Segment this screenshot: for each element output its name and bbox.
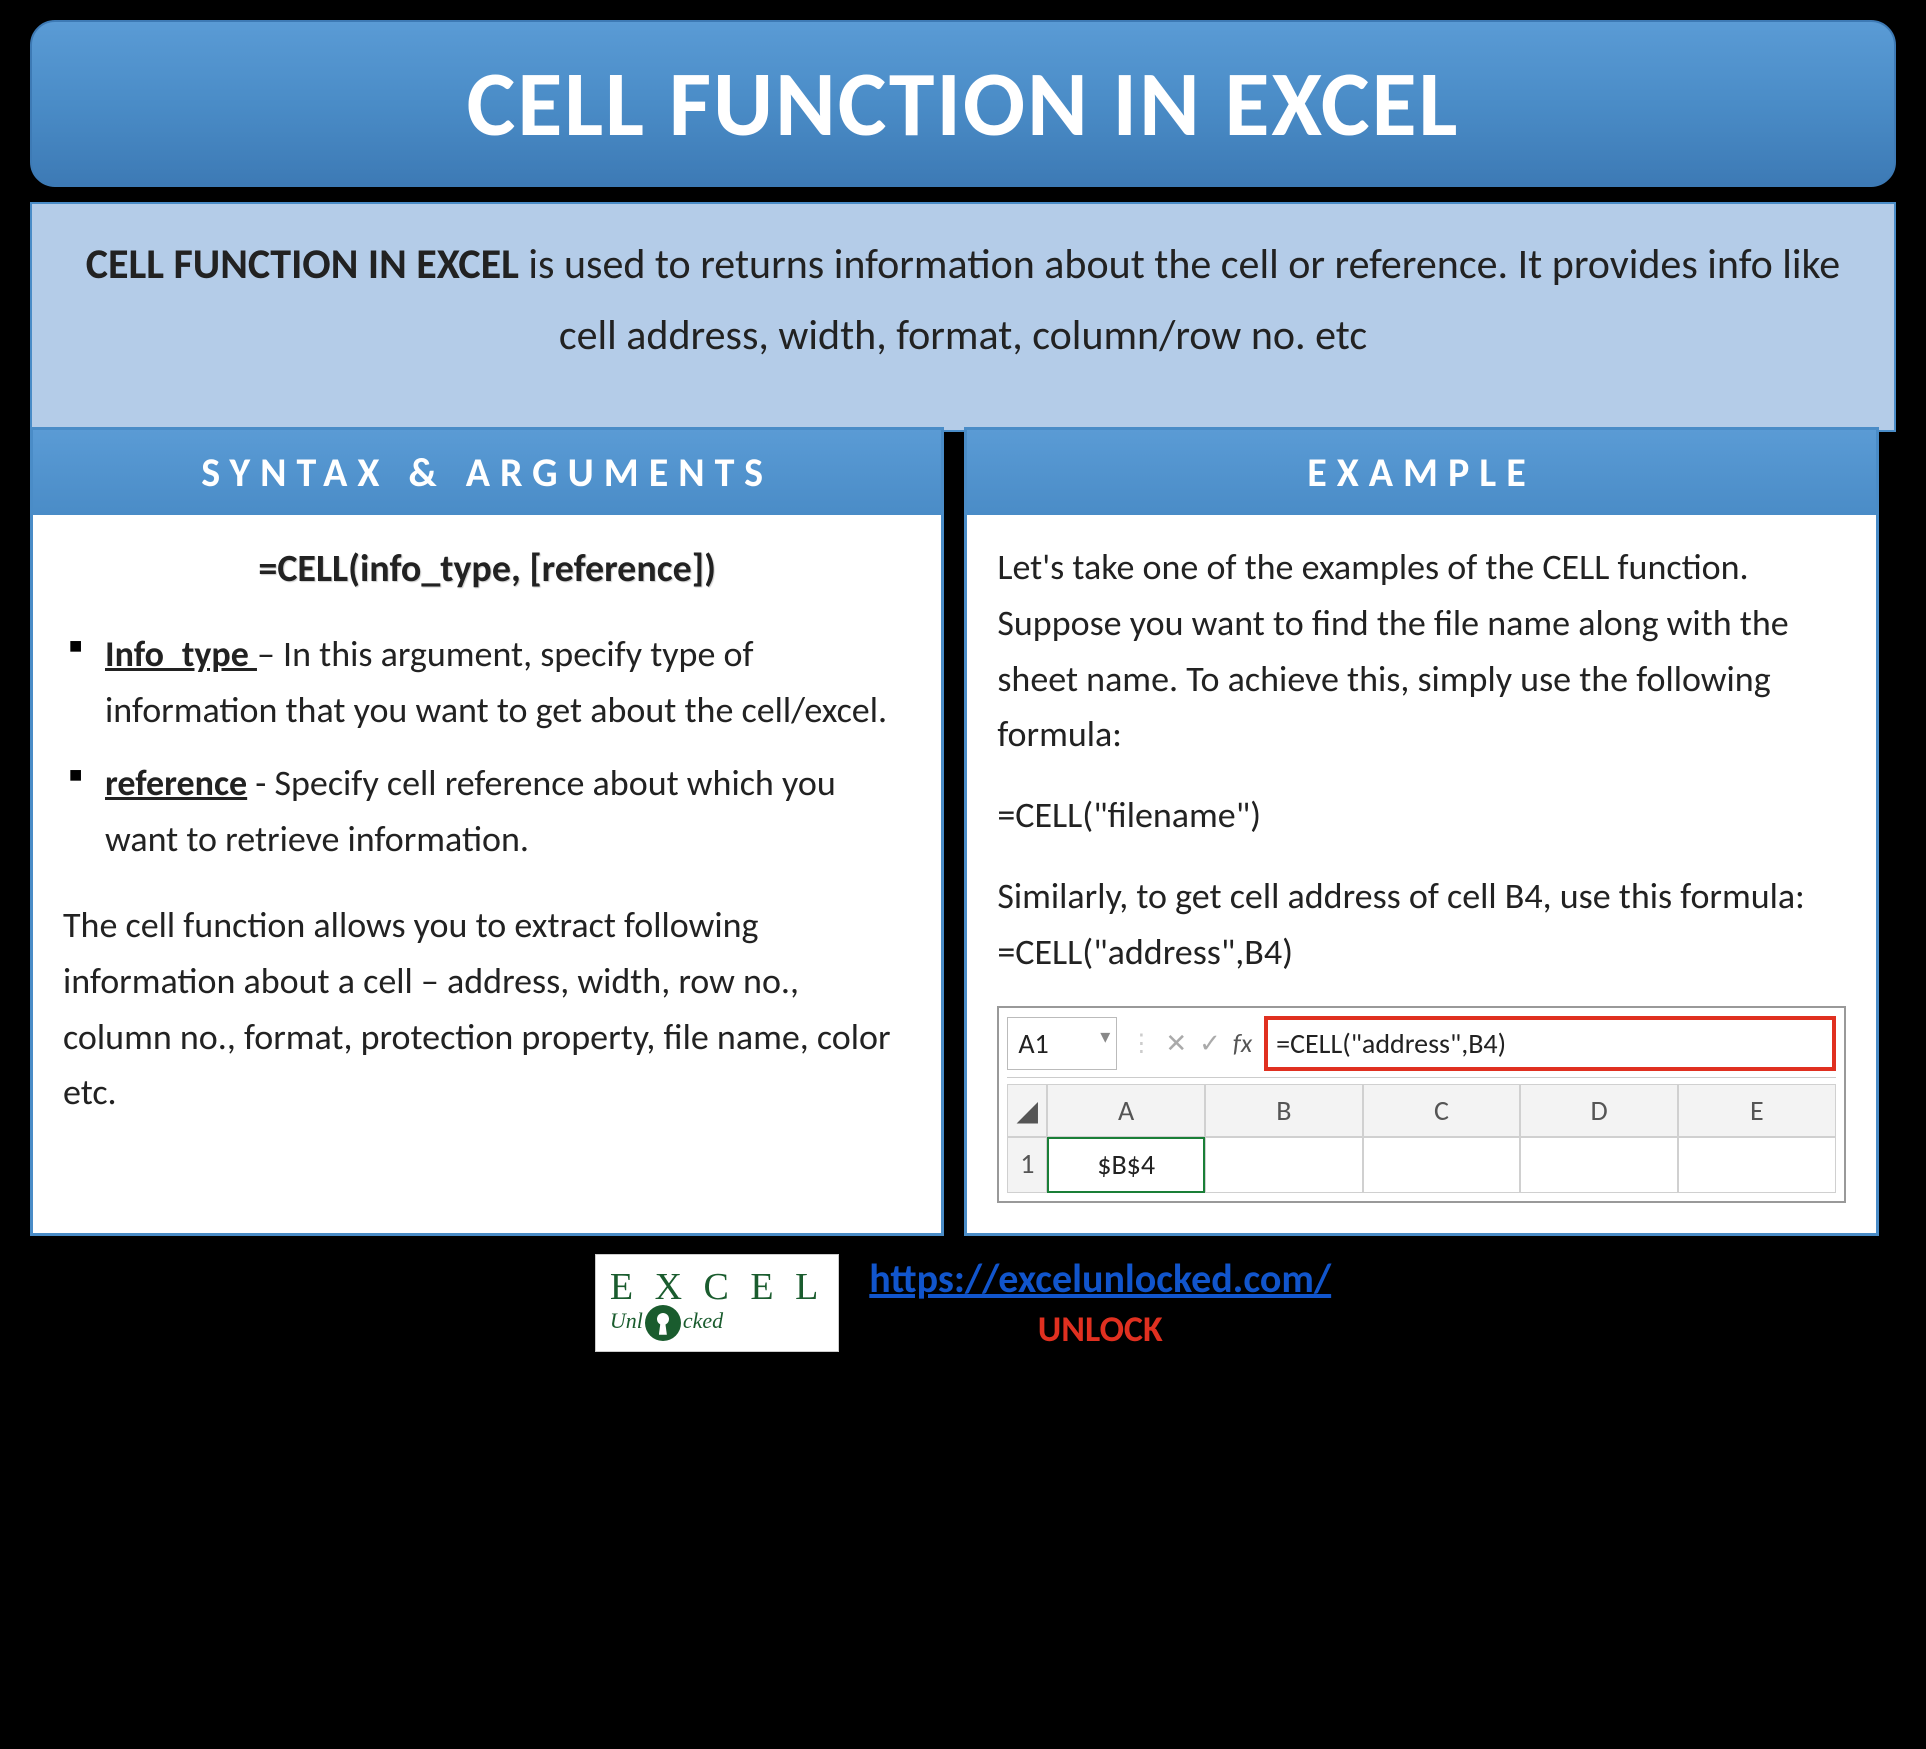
- col-header[interactable]: B: [1205, 1084, 1363, 1137]
- argument-item: reference - Specify cell reference about…: [63, 756, 911, 868]
- example-text-2: Similarly, to get cell address of cell B…: [997, 869, 1845, 981]
- keyhole-icon: [645, 1305, 681, 1341]
- example-formula-1: =CELL("filename"): [997, 788, 1845, 844]
- syntax-panel: SYNTAX & ARGUMENTS =CELL(info_type, [ref…: [30, 427, 944, 1236]
- fx-icon[interactable]: fx: [1233, 1023, 1252, 1063]
- title-banner: CELL FUNCTION IN EXCEL: [30, 20, 1896, 187]
- col-header[interactable]: E: [1678, 1084, 1836, 1137]
- argument-item: Info_type – In this argument, specify ty…: [63, 627, 911, 739]
- syntax-formula: =CELL(info_type, [reference]): [63, 540, 911, 599]
- description-box: CELL FUNCTION IN EXCEL is used to return…: [30, 202, 1896, 432]
- cell[interactable]: [1678, 1137, 1836, 1192]
- logo-text-sub: Unlcked: [610, 1305, 824, 1341]
- cell[interactable]: [1520, 1137, 1678, 1192]
- cancel-icon[interactable]: ✕: [1165, 1023, 1187, 1063]
- syntax-body: =CELL(info_type, [reference]) Info_type …: [33, 515, 941, 1233]
- cell-a1[interactable]: $B$4: [1047, 1137, 1205, 1192]
- syntax-note: The cell function allows you to extract …: [63, 898, 911, 1121]
- formula-bar-input[interactable]: =CELL("address",B4): [1264, 1016, 1836, 1071]
- page-title: CELL FUNCTION IN EXCEL: [72, 47, 1854, 160]
- footer-unlock-text: UNLOCK: [869, 1307, 1331, 1351]
- name-box[interactable]: A1: [1007, 1017, 1117, 1070]
- example-body: Let's take one of the examples of the CE…: [967, 515, 1875, 1233]
- enter-icon[interactable]: ✓: [1199, 1023, 1221, 1063]
- argument-name: Info_type: [105, 632, 257, 676]
- logo: E X C E L Unlcked: [595, 1254, 839, 1352]
- spreadsheet-grid: ◢ A B C D E 1 $B$4: [1007, 1084, 1835, 1193]
- col-header[interactable]: A: [1047, 1084, 1205, 1137]
- footer: E X C E L Unlcked https://excelunlocked.…: [20, 1254, 1906, 1352]
- description-lead: CELL FUNCTION IN EXCEL: [86, 239, 519, 290]
- syntax-header: SYNTAX & ARGUMENTS: [33, 430, 941, 515]
- excel-screenshot: A1 ⋮ ✕ ✓ fx =CELL("address",B4) ◢ A B C …: [997, 1006, 1845, 1203]
- separator-icon: ⋮: [1129, 1025, 1153, 1062]
- footer-url-link[interactable]: https://excelunlocked.com/: [869, 1254, 1331, 1303]
- description-rest: is used to returns information about the…: [519, 239, 1840, 361]
- logo-text-top: E X C E L: [610, 1265, 824, 1309]
- cell[interactable]: [1363, 1137, 1521, 1192]
- cell[interactable]: [1205, 1137, 1363, 1192]
- example-header: EXAMPLE: [967, 430, 1875, 515]
- footer-links: https://excelunlocked.com/ UNLOCK: [869, 1254, 1331, 1351]
- formula-bar-row: A1 ⋮ ✕ ✓ fx =CELL("address",B4): [1007, 1016, 1835, 1078]
- corner-cell[interactable]: ◢: [1007, 1084, 1047, 1137]
- row-header[interactable]: 1: [1007, 1137, 1047, 1192]
- example-panel: EXAMPLE Let's take one of the examples o…: [964, 427, 1878, 1236]
- col-header[interactable]: C: [1363, 1084, 1521, 1137]
- argument-list: Info_type – In this argument, specify ty…: [63, 627, 911, 868]
- col-header[interactable]: D: [1520, 1084, 1678, 1137]
- argument-name: reference: [105, 761, 247, 805]
- columns: SYNTAX & ARGUMENTS =CELL(info_type, [ref…: [20, 427, 1906, 1236]
- example-text-1: Let's take one of the examples of the CE…: [997, 540, 1845, 763]
